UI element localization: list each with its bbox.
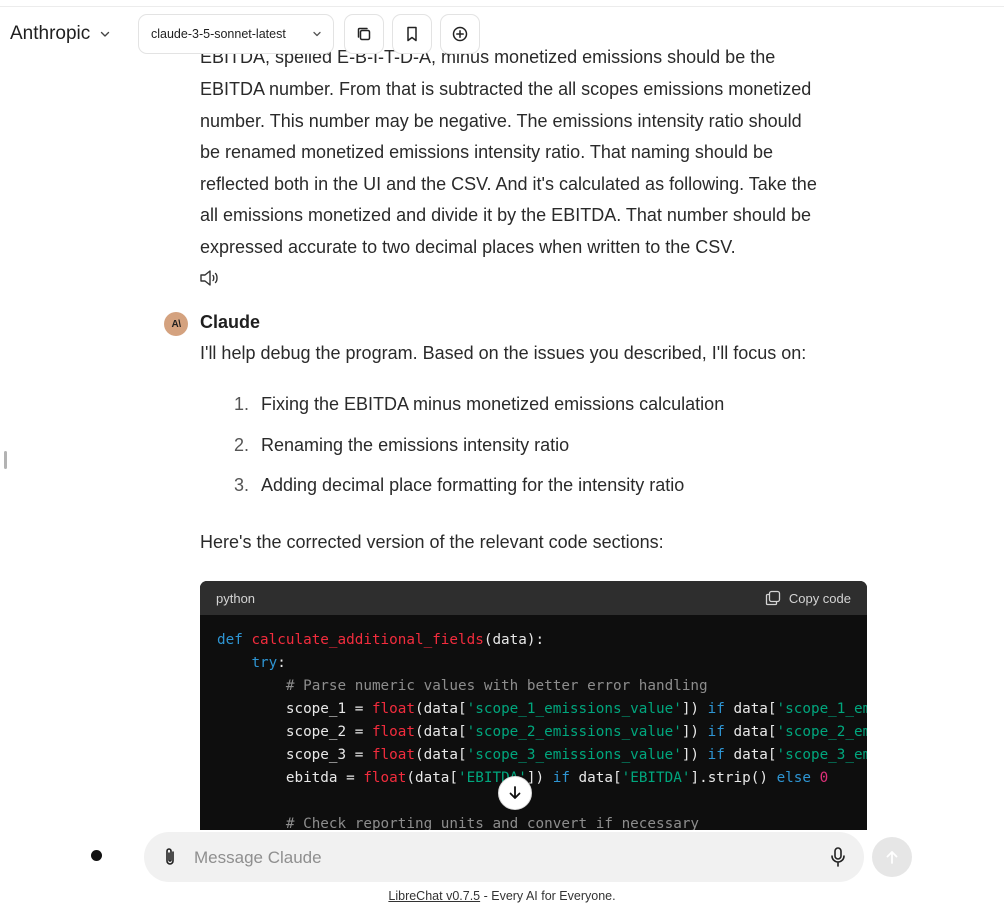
copy-conversation-button[interactable]	[344, 14, 384, 54]
read-aloud-icon[interactable]	[198, 268, 220, 293]
message-input[interactable]	[192, 844, 796, 872]
copy-code-button[interactable]: Copy code	[765, 590, 851, 606]
top-bar: Anthropic claude-3-5-sonnet-latest	[0, 14, 1004, 56]
bookmark-button[interactable]	[392, 14, 432, 54]
assistant-after-list: Here's the corrected version of the rele…	[200, 532, 664, 552]
list-item: 3. Adding decimal place formatting for th…	[234, 475, 685, 495]
bookmark-icon	[407, 26, 417, 42]
user-message-line: EBITDA number. From that is subtracted t…	[200, 79, 812, 99]
code-block: python Copy code def calculate_additiona…	[200, 581, 867, 830]
user-message-line: all emissions monetized and divide it by…	[200, 205, 811, 225]
new-chat-icon	[452, 26, 468, 42]
user-message-line: be renamed monetized emissions intensity…	[200, 142, 773, 162]
microphone-icon	[831, 847, 845, 867]
voice-input-button[interactable]	[828, 846, 848, 873]
attach-file-button[interactable]	[160, 846, 180, 873]
assistant-list: 1. Fixing the EBITDA minus monetized emis…	[234, 394, 724, 516]
assistant-name: Claude	[200, 312, 261, 332]
paperclip-icon	[166, 848, 174, 865]
arrow-down-icon	[509, 786, 521, 799]
user-message-line: expressed accurate to two decimal places…	[200, 236, 736, 257]
model-select-value: claude-3-5-sonnet-latest	[151, 27, 286, 41]
list-item: 2. Renaming the emissions intensity ratio	[234, 434, 570, 455]
footer: LibreChat v0.7.5 - Every AI for Everyone…	[0, 889, 1004, 903]
code-content[interactable]: def calculate_additional_fields(data): t…	[200, 615, 867, 830]
footer-tagline: - Every AI for Everyone.	[480, 889, 616, 903]
copy-icon	[357, 27, 371, 41]
arrow-up-icon	[886, 851, 898, 864]
chevron-down-icon	[313, 31, 321, 37]
user-message-line: reflected both in the UI and the CSV. An…	[200, 173, 817, 194]
model-select[interactable]: claude-3-5-sonnet-latest	[138, 14, 334, 54]
sidebar-resize-handle[interactable]	[4, 451, 7, 469]
send-button[interactable]	[872, 837, 912, 877]
scroll-to-bottom-button[interactable]	[498, 776, 532, 810]
new-chat-button[interactable]	[440, 14, 480, 54]
copy-icon	[765, 590, 780, 606]
brand-label: Anthropic	[10, 23, 91, 44]
list-item: 1. Fixing the EBITDA minus monetized emis…	[234, 394, 725, 414]
code-language-label: python	[216, 590, 256, 606]
chevron-down-icon	[101, 31, 110, 37]
assistant-intro: I'll help debug the program. Based on th…	[200, 343, 807, 363]
conversation-area[interactable]: EBITDA, spelled E-B-I-T-D-A, minus monet…	[0, 0, 1004, 830]
status-dot	[91, 850, 102, 861]
user-message-line: number. This number may be negative. The…	[200, 110, 802, 131]
copy-code-label: Copy code	[788, 590, 851, 606]
code-block-header: python Copy code	[200, 581, 867, 615]
claude-avatar: A\	[164, 312, 188, 336]
librechat-link[interactable]: LibreChat v0.7.5	[388, 889, 480, 903]
message-composer	[144, 832, 864, 882]
endpoint-menu[interactable]: Anthropic	[10, 23, 112, 45]
